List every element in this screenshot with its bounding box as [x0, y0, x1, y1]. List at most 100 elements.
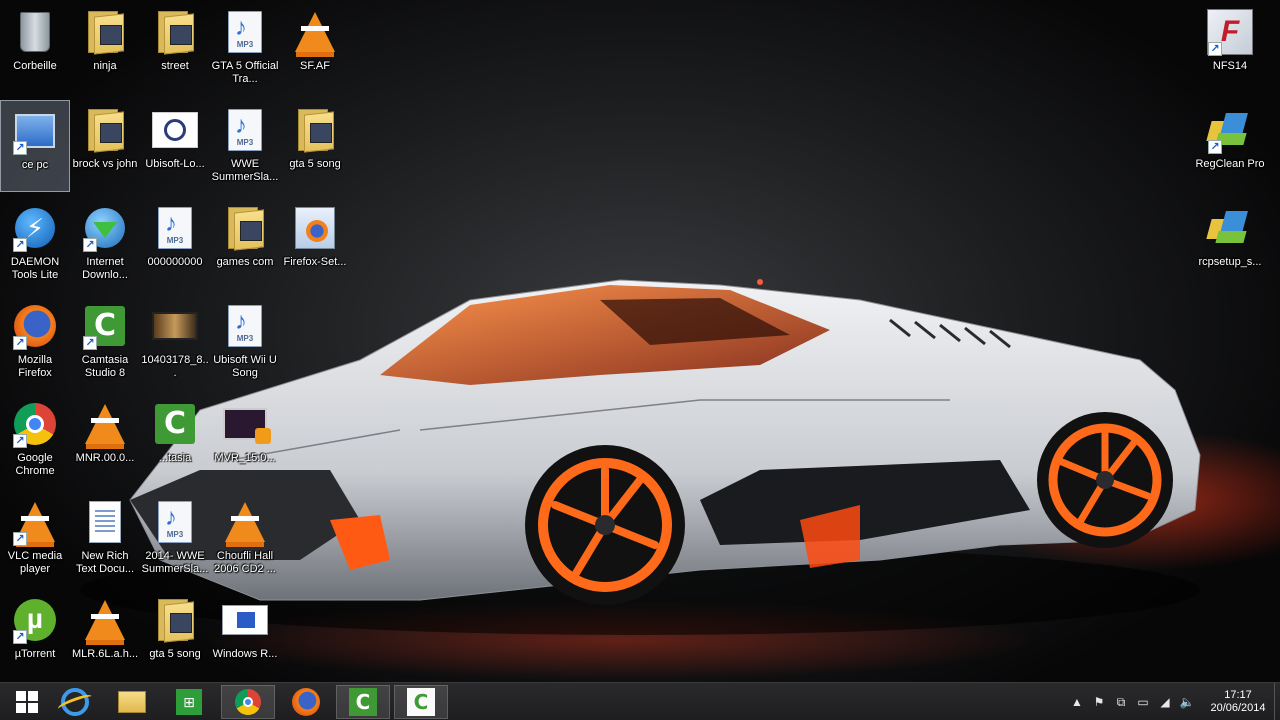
desktop-icon[interactable]: ↗ ce pc	[0, 100, 70, 192]
shortcut-arrow-icon: ↗	[13, 141, 27, 155]
desktop-icon-label: New Rich Text Docu...	[75, 550, 135, 575]
network-icon[interactable]: ⧉	[1113, 694, 1129, 710]
desktop-icon-label: MLR.6L.a.h...	[71, 648, 139, 660]
desktop-icon-label: 10403178_8...	[141, 354, 209, 379]
desktop-icon-label: gta 5 song	[289, 158, 341, 170]
folder-icon	[86, 11, 124, 55]
recycle-bin-icon	[20, 12, 50, 52]
desktop-icon-label: Mozilla Firefox	[17, 354, 53, 379]
desktop-icon[interactable]: rcpsetup_s...	[1195, 198, 1265, 290]
desktop-icon[interactable]: Ubisoft-Lo...	[140, 100, 210, 192]
desktop-icon-label: DAEMON Tools Lite	[10, 256, 60, 281]
folder-icon	[226, 207, 264, 251]
desktop-icon-image: ♪ MP3	[221, 106, 269, 154]
desktop-icon[interactable]: 10403178_8...	[140, 296, 210, 388]
desktop-icon-label: games com	[216, 256, 274, 268]
desktop-icon[interactable]: Corbeille	[0, 2, 70, 94]
show-desktop-button[interactable]	[1274, 683, 1280, 720]
desktop-icon[interactable]: ♪ MP3 000000000	[140, 198, 210, 290]
battery-icon[interactable]: ▭	[1135, 694, 1151, 710]
desktop-icon[interactable]: Firefox-Set...	[280, 198, 350, 290]
vlc-icon	[85, 404, 125, 449]
flag-icon[interactable]: ⚑	[1091, 694, 1107, 710]
desktop-icon[interactable]: ♪ MP3 2014- WWE SummerSla...	[140, 492, 210, 584]
windows-logo-icon	[16, 691, 38, 713]
desktop-icon-image: ♪ MP3	[151, 204, 199, 252]
store-button[interactable]: ⊞	[162, 685, 216, 719]
desktop-icon[interactable]: ♪ MP3 Ubisoft Wii U Song	[210, 296, 280, 388]
desktop-icon[interactable]: ↗ Google Chrome	[0, 394, 70, 486]
file-explorer-button[interactable]	[105, 685, 159, 719]
desktop-icon-image	[151, 302, 199, 350]
desktop-icon[interactable]: MNR.00.0...	[70, 394, 140, 486]
desktop-icon[interactable]: ⚡ ↗ DAEMON Tools Lite	[0, 198, 70, 290]
desktop-icon-image: ↗	[11, 498, 59, 547]
desktop-icon[interactable]: street	[140, 2, 210, 94]
desktop-icon-image: F ↗	[1206, 8, 1254, 56]
desktop-icon-image	[81, 596, 129, 645]
desktop-icon[interactable]: brock vs john	[70, 100, 140, 192]
chevron-up-icon[interactable]: ▲	[1069, 694, 1085, 710]
desktop-icon[interactable]: gta 5 song	[280, 100, 350, 192]
desktop-icon[interactable]: ↗ Internet Downlo...	[70, 198, 140, 290]
desktop-icon[interactable]: ♪ MP3 WWE SummerSla...	[210, 100, 280, 192]
desktop-icon[interactable]: New Rich Text Docu...	[70, 492, 140, 584]
desktop-icon[interactable]: Choufli Hall 2006 CD2 ...	[210, 492, 280, 584]
desktop-icon[interactable]: gta 5 song	[140, 590, 210, 682]
system-tray: ▲ ⚑ ⧉ ▭ ◢ 🔈 17:17 20/06/2014	[1066, 683, 1280, 720]
desktop-icon-image: ♪ MP3	[151, 498, 199, 546]
signal-icon[interactable]: ◢	[1157, 694, 1173, 710]
start-button[interactable]	[0, 685, 54, 719]
desktop-icon[interactable]: ninja	[70, 2, 140, 94]
desktop-icon-label: 2014- WWE SummerSla...	[141, 550, 209, 575]
desktop-icon[interactable]: F ↗ NFS14	[1195, 2, 1265, 94]
desktop-icon[interactable]: ↗ Mozilla Firefox	[0, 296, 70, 388]
desktop-icon-label: Corbeille	[13, 60, 57, 72]
shortcut-arrow-icon: ↗	[83, 336, 97, 350]
camtasia-recorder-icon: C	[407, 688, 435, 716]
desktop-icon-label: Camtasia Studio 8	[81, 354, 129, 379]
desktop-icon-label: Choufli Hall 2006 CD2 ...	[214, 550, 276, 575]
desktop-icon-label: Windows R...	[212, 648, 278, 660]
shortcut-arrow-icon: ↗	[1208, 42, 1222, 56]
desktop-icon[interactable]: Windows R...	[210, 590, 280, 682]
desktop-icon[interactable]: ↗ VLC media player	[0, 492, 70, 584]
desktop-icon[interactable]: ♪ MP3 GTA 5 Official Tra...	[210, 2, 280, 94]
desktop-icon-image: ↗	[11, 302, 59, 350]
shortcut-arrow-icon: ↗	[83, 238, 97, 252]
vlc-icon	[85, 600, 125, 645]
desktop-icon[interactable]: games com	[210, 198, 280, 290]
chrome-button[interactable]	[221, 685, 275, 719]
folder-icon	[86, 109, 124, 153]
desktop-icon[interactable]: µ ↗ µTorrent	[0, 590, 70, 682]
desktop-icon-label: MVR_15.0...	[214, 452, 276, 464]
desktop-icon[interactable]: MLR.6L.a.h...	[70, 590, 140, 682]
desktop-icon-label: gta 5 song	[149, 648, 201, 660]
firefox-button[interactable]	[279, 685, 333, 719]
desktop-icon-image: ↗	[11, 107, 59, 155]
desktop-icon[interactable]: MVR_15.0...	[210, 394, 280, 486]
document-icon	[89, 501, 121, 543]
desktop-icon-label: RegClean Pro	[1195, 158, 1265, 170]
desktop-icon-label: street	[161, 60, 189, 72]
desktop-icon-image	[11, 8, 59, 56]
shortcut-arrow-icon: ↗	[1208, 140, 1222, 154]
desktop-icon-label: ...tasia	[158, 452, 192, 464]
desktop-icon-image: C ↗	[81, 302, 129, 350]
volume-icon[interactable]: 🔈	[1179, 694, 1195, 710]
clock[interactable]: 17:17 20/06/2014	[1206, 689, 1270, 715]
camtasia-button[interactable]: C	[336, 685, 390, 719]
camtasia-recorder-button[interactable]: C	[394, 685, 448, 719]
desktop-icon[interactable]: C ...tasia	[140, 394, 210, 486]
folder-icon	[156, 11, 194, 55]
internet-explorer-button[interactable]	[48, 685, 102, 719]
desktop-icon-label: VLC media player	[7, 550, 63, 575]
desktop-icon[interactable]: C ↗ Camtasia Studio 8	[70, 296, 140, 388]
desktop-icon-image: ♪ MP3	[221, 302, 269, 350]
mp3-file-icon: ♪ MP3	[158, 207, 192, 249]
desktop-icon[interactable]: ↗ RegClean Pro	[1195, 100, 1265, 192]
video-thumbnail-icon	[152, 312, 198, 340]
desktop-icon-image: ⚡ ↗	[11, 204, 59, 252]
desktop-icon-image	[221, 498, 269, 547]
desktop-icon[interactable]: SF.AF	[280, 2, 350, 94]
